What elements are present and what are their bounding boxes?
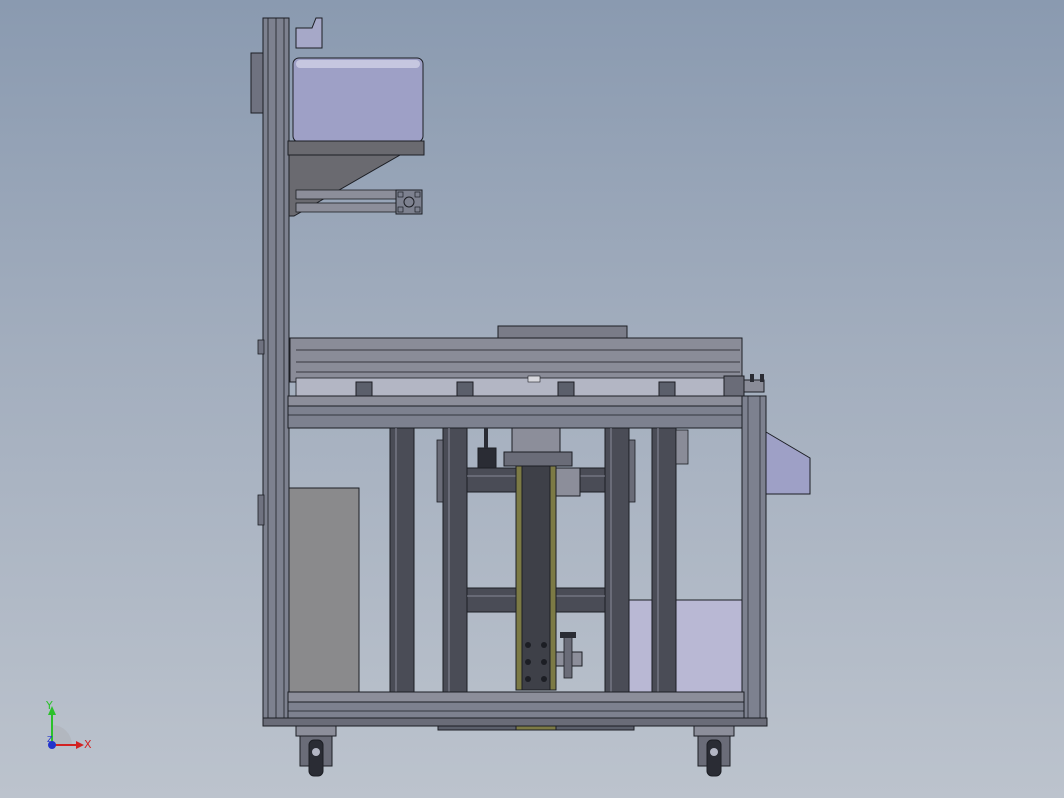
x-axis-label: X (84, 738, 92, 751)
left-upright-column (250, 17, 290, 724)
left-caster-wheel (295, 725, 337, 777)
frame-bottom-rail (262, 691, 768, 731)
right-caster-wheel (693, 725, 735, 777)
center-lift-actuator (477, 427, 583, 691)
cad-viewport[interactable]: Y X Z (0, 0, 1064, 798)
axis-triad (48, 706, 84, 749)
right-cabinet-panel (627, 599, 743, 693)
y-axis-label: Y (46, 699, 53, 712)
left-cabinet-panel (288, 487, 360, 694)
z-axis-label: Z (47, 735, 53, 744)
right-frame-post (741, 395, 811, 727)
top-motor-housing (292, 17, 424, 143)
top-shelf-bracket (287, 140, 425, 217)
machine-side-view (48, 17, 811, 777)
frame-top-rail (287, 395, 745, 429)
